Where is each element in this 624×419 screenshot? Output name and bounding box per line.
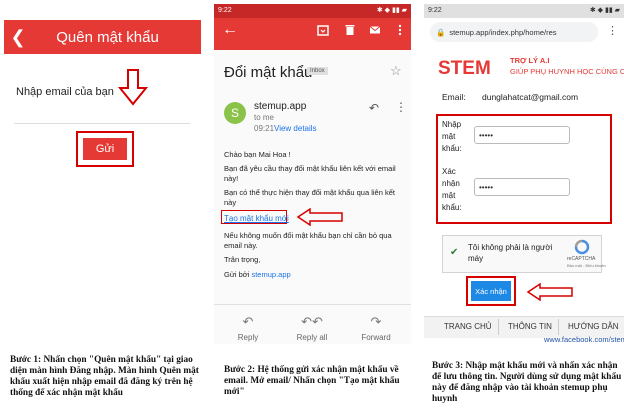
- email-line: Nếu không muốn đổi mật khẩu bạn chỉ cần …: [224, 231, 392, 250]
- status-icons: ✱ ◆ ▮▮ ▰: [589, 7, 620, 14]
- new-password-field[interactable]: •••••: [474, 126, 570, 144]
- more-vert-icon[interactable]: [394, 24, 406, 36]
- email-field-label: Nhập email của bạn: [16, 86, 114, 98]
- checkmark-icon[interactable]: ✔: [450, 247, 460, 258]
- nav-item-guide[interactable]: HƯỚNG DẪN: [568, 322, 619, 331]
- mail-icon[interactable]: [369, 24, 381, 36]
- arrow-left-icon[interactable]: ❮: [4, 27, 32, 48]
- address-bar[interactable]: 🔒 stemup.app/index.php/home/res: [430, 22, 598, 42]
- email-label: Email:: [442, 92, 466, 102]
- captcha-brand: reCAPTCHA: [567, 256, 596, 262]
- forward-label: Forward: [361, 333, 391, 342]
- archive-icon[interactable]: [317, 24, 329, 36]
- more-vert-icon[interactable]: ⋮: [607, 24, 618, 37]
- reply-all-button[interactable]: ↶↶ Reply all: [282, 314, 342, 342]
- sent-by-text: Gửi bởi: [224, 270, 250, 279]
- email-greeting: Chào bạn Mai Hoa !: [224, 150, 291, 159]
- reply-icon[interactable]: ↶: [369, 101, 379, 115]
- signature-link[interactable]: stemup.app: [251, 270, 290, 279]
- stem-logo: STEM: [436, 56, 500, 78]
- step-3-caption: Bước 3: Nhập mật khẩu mới và nhấn xác nh…: [432, 361, 622, 404]
- email-line: Bạn có thể thực hiện thay đổi mật khẩu q…: [224, 188, 395, 207]
- nav-item-info[interactable]: THÔNG TIN: [508, 322, 552, 331]
- page-title: Quên mật khẩu: [56, 28, 159, 46]
- divider: [558, 319, 559, 335]
- status-icons: ✱ ◆ ▮▮ ▰: [376, 7, 407, 14]
- confirm-password-label: Xác nhận mật khẩu:: [442, 167, 462, 212]
- view-details-link[interactable]: View details: [274, 124, 317, 133]
- arrow-left-icon[interactable]: ←: [222, 21, 238, 39]
- reply-icon: ↶: [242, 314, 254, 329]
- email-subject: Đổi mật khẩu: [224, 64, 313, 81]
- arrow-left-annotation-icon: [296, 208, 343, 226]
- confirm-button[interactable]: Xác nhận: [471, 281, 511, 301]
- create-new-password-link[interactable]: Tạo mật khẩu mới: [224, 214, 289, 223]
- tagline: GIÚP PHỤ HUYNH HỌC CÙNG CON: [510, 67, 624, 76]
- reply-button[interactable]: ↶ Reply: [218, 314, 278, 342]
- captcha-links[interactable]: Bảo mật - Điều khoản: [567, 263, 606, 268]
- toolbar: [214, 18, 411, 50]
- recaptcha-icon: [574, 239, 590, 255]
- email-regards: Trân trọng,: [224, 255, 261, 264]
- tagline: TRỢ LÝ A.I: [510, 56, 550, 65]
- forward-button[interactable]: ↷ Forward: [346, 314, 406, 342]
- svg-text:STEM: STEM: [438, 58, 491, 78]
- step-1-caption: Bước 1: Nhấn chọn "Quên mật khẩu" tại gi…: [10, 355, 199, 398]
- nav-item-home[interactable]: TRANG CHỦ: [444, 322, 492, 331]
- divider: [498, 319, 499, 335]
- send-button[interactable]: Gửi: [83, 138, 127, 160]
- reply-all-icon: ↶↶: [301, 314, 323, 329]
- avatar: S: [224, 102, 246, 124]
- email-input-underline: [14, 123, 190, 124]
- timestamp: 09:21: [254, 124, 275, 133]
- email-screen: 9:22 ✱ ◆ ▮▮ ▰ ← Đổi mật khẩu Inbox ☆ S s…: [214, 4, 411, 344]
- reset-password-screen: 9:22 ✱ ◆ ▮▮ ▰ 🔒 stemup.app/index.php/hom…: [424, 4, 624, 347]
- step-2-caption: Bước 2: Hệ thống gửi xác nhận mật khẩu v…: [224, 365, 400, 397]
- sender-name: stemup.app: [254, 101, 307, 112]
- lock-icon: 🔒: [436, 27, 446, 37]
- captcha-label: Tôi không phải là người máy: [468, 243, 553, 263]
- forward-icon: ↷: [370, 314, 382, 329]
- email-line: Bạn đã yêu cầu thay đổi mật khẩu liên kế…: [224, 164, 396, 183]
- email-value: dunglahatcat@gmail.com: [482, 92, 579, 102]
- url-text: stemup.app/index.php/home/res: [449, 27, 557, 37]
- arrow-left-annotation-icon: [526, 283, 573, 301]
- recipient: to me: [254, 113, 275, 122]
- email-signature: Gửi bởi stemup.app: [224, 270, 396, 280]
- delete-icon[interactable]: [344, 24, 356, 36]
- reply-label: Reply: [237, 333, 259, 342]
- password-label: Nhập mật khẩu:: [442, 120, 462, 153]
- app-bar: ❮ Quên mật khẩu: [4, 20, 201, 54]
- divider: [214, 304, 411, 305]
- more-vert-icon[interactable]: ⋮: [395, 100, 407, 114]
- label-badge[interactable]: Inbox: [307, 67, 328, 75]
- facebook-link[interactable]: www.facebook.com/stemup: [544, 335, 624, 344]
- confirm-password-field[interactable]: •••••: [474, 178, 570, 196]
- forgot-password-screen: ❮ Quên mật khẩu Nhập email của bạn Gửi: [4, 4, 201, 334]
- arrow-down-annotation-icon: [117, 69, 149, 106]
- reply-all-label: Reply all: [296, 333, 328, 342]
- star-icon[interactable]: ☆: [390, 63, 402, 79]
